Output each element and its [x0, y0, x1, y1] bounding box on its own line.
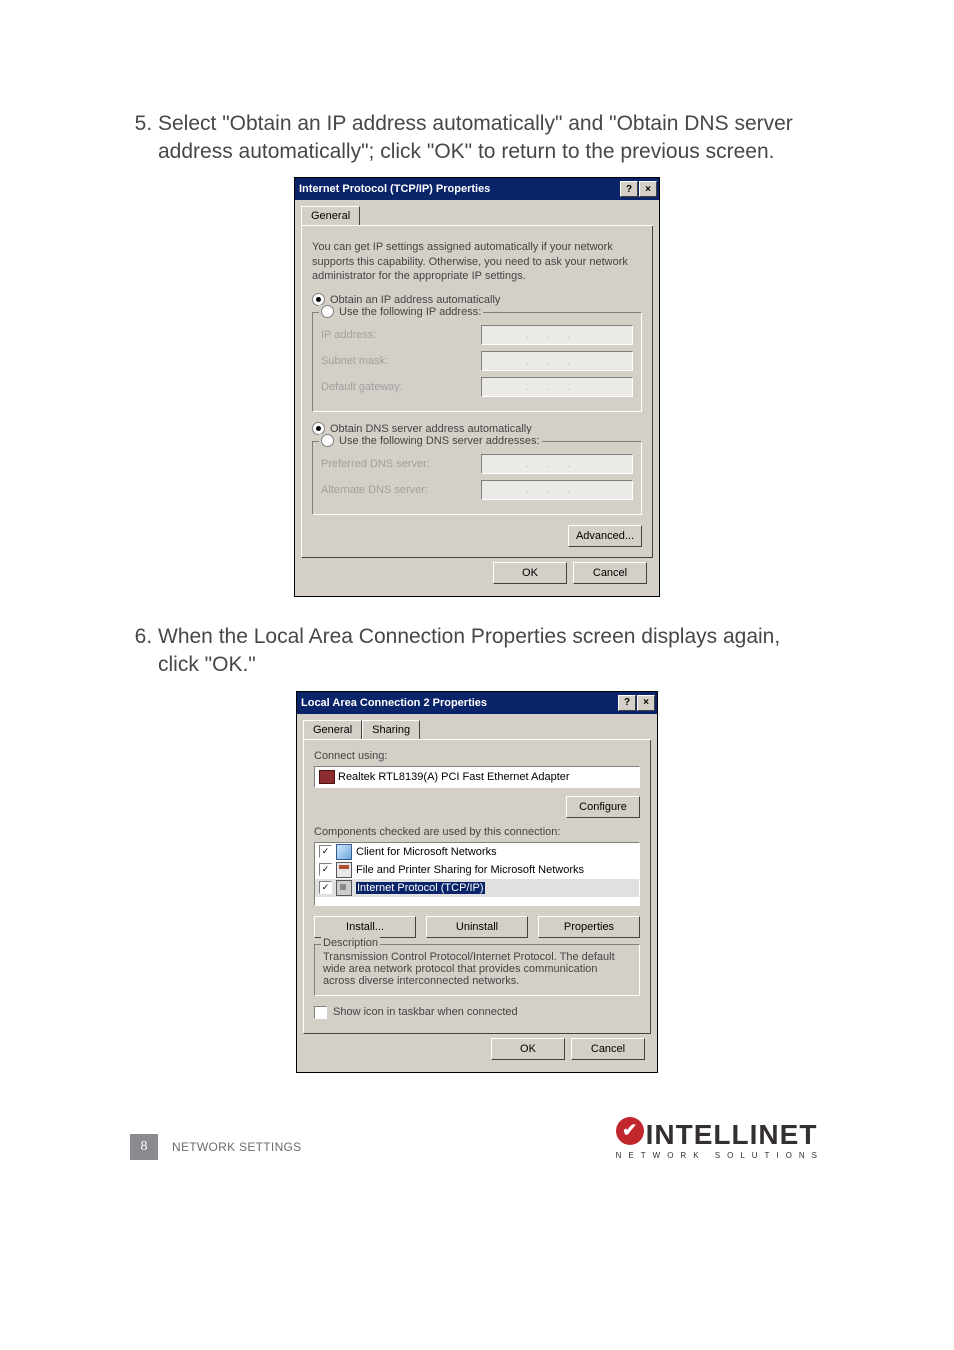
client-icon: [336, 844, 352, 860]
titlebar: Local Area Connection 2 Properties ? ×: [297, 692, 657, 714]
tab-general[interactable]: General: [301, 206, 360, 225]
protocol-icon: [336, 880, 352, 896]
document-page: Select "Obtain an IP address automatical…: [0, 0, 954, 1220]
instruction-list: When the Local Area Connection Propertie…: [130, 623, 824, 678]
page-footer: 8 NETWORK SETTINGS ✔ INTELLINET NETWORK …: [130, 1119, 824, 1160]
ok-button[interactable]: OK: [493, 562, 567, 584]
instruction-list: Select "Obtain an IP address automatical…: [130, 110, 824, 165]
page-number: 8: [130, 1134, 158, 1160]
brand-logo: ✔ INTELLINET NETWORK SOLUTIONS: [616, 1119, 824, 1160]
brand-name: INTELLINET: [646, 1119, 818, 1151]
radio-use-ip[interactable]: [321, 305, 334, 318]
group-description: Description Transmission Control Protoco…: [314, 944, 640, 996]
list-item[interactable]: ✓ File and Printer Sharing for Microsoft…: [315, 861, 639, 879]
checkbox-icon[interactable]: ✓: [319, 881, 332, 894]
description-legend: Description: [321, 937, 380, 949]
radio-use-dns[interactable]: [321, 434, 334, 447]
dialog-title: Local Area Connection 2 Properties: [301, 697, 487, 709]
lan-properties-dialog: Local Area Connection 2 Properties ? × G…: [296, 691, 658, 1073]
instruction-step-5: Select "Obtain an IP address automatical…: [158, 110, 824, 165]
tab-sharing[interactable]: Sharing: [362, 720, 420, 739]
adapter-field: Realtek RTL8139(A) PCI Fast Ethernet Ada…: [314, 766, 640, 788]
tab-general[interactable]: General: [303, 720, 362, 739]
tcpip-properties-dialog: Internet Protocol (TCP/IP) Properties ? …: [294, 177, 660, 597]
subnet-mask-field: ...: [481, 351, 633, 371]
adapter-name: Realtek RTL8139(A) PCI Fast Ethernet Ada…: [338, 771, 570, 783]
radio-label: Use the following IP address:: [339, 306, 481, 318]
tcpip-intro-text: You can get IP settings assigned automat…: [312, 240, 642, 283]
screenshot-lan-properties: Local Area Connection 2 Properties ? × G…: [130, 691, 824, 1073]
default-gateway-field: ...: [481, 377, 633, 397]
ok-button[interactable]: OK: [491, 1038, 565, 1060]
label-connect-using: Connect using:: [314, 750, 640, 762]
help-icon[interactable]: ?: [618, 695, 636, 711]
label-components: Components checked are used by this conn…: [314, 826, 640, 838]
radio-label: Use the following DNS server addresses:: [339, 435, 540, 447]
brand-tagline: NETWORK SOLUTIONS: [616, 1151, 824, 1160]
list-item-label: File and Printer Sharing for Microsoft N…: [356, 864, 584, 876]
preferred-dns-field: ...: [481, 454, 633, 474]
label-preferred-dns: Preferred DNS server:: [321, 458, 481, 470]
configure-button[interactable]: Configure: [566, 796, 640, 818]
radio-label: Obtain DNS server address automatically: [330, 423, 532, 435]
uninstall-button[interactable]: Uninstall: [426, 916, 528, 938]
checkmark-icon: ✔: [616, 1117, 644, 1145]
footer-section: NETWORK SETTINGS: [172, 1140, 301, 1154]
list-item-label: Internet Protocol (TCP/IP): [356, 882, 485, 894]
list-item-label: Client for Microsoft Networks: [356, 846, 497, 858]
checkbox-show-icon[interactable]: Show icon in taskbar when connected: [314, 1006, 640, 1019]
label-ip-address: IP address:: [321, 329, 481, 341]
alternate-dns-field: ...: [481, 480, 633, 500]
step-5-text: Select "Obtain an IP address automatical…: [158, 112, 793, 163]
properties-button[interactable]: Properties: [538, 916, 640, 938]
components-list[interactable]: ✓ Client for Microsoft Networks ✓ File a…: [314, 842, 640, 906]
cancel-button[interactable]: Cancel: [573, 562, 647, 584]
checkbox-icon: [314, 1006, 327, 1019]
advanced-button[interactable]: Advanced...: [568, 525, 642, 547]
description-text: Transmission Control Protocol/Internet P…: [323, 951, 631, 987]
printer-icon: [336, 862, 352, 878]
instruction-step-6: When the Local Area Connection Propertie…: [158, 623, 824, 678]
group-static-dns: Use the following DNS server addresses: …: [312, 441, 642, 515]
checkbox-label: Show icon in taskbar when connected: [333, 1006, 518, 1018]
checkbox-icon[interactable]: ✓: [319, 845, 332, 858]
group-static-ip: Use the following IP address: IP address…: [312, 312, 642, 412]
titlebar: Internet Protocol (TCP/IP) Properties ? …: [295, 178, 659, 200]
label-default-gateway: Default gateway:: [321, 381, 481, 393]
help-icon[interactable]: ?: [620, 181, 638, 197]
checkbox-icon[interactable]: ✓: [319, 863, 332, 876]
cancel-button[interactable]: Cancel: [571, 1038, 645, 1060]
close-icon[interactable]: ×: [639, 181, 657, 197]
close-icon[interactable]: ×: [637, 695, 655, 711]
ip-address-field: ...: [481, 325, 633, 345]
adapter-icon: [319, 770, 335, 784]
label-subnet-mask: Subnet mask:: [321, 355, 481, 367]
dialog-title: Internet Protocol (TCP/IP) Properties: [299, 183, 490, 195]
install-button[interactable]: Install...: [314, 916, 416, 938]
screenshot-tcpip: Internet Protocol (TCP/IP) Properties ? …: [130, 177, 824, 597]
list-item[interactable]: ✓ Client for Microsoft Networks: [315, 843, 639, 861]
step-6-text: When the Local Area Connection Propertie…: [158, 625, 780, 676]
radio-label: Obtain an IP address automatically: [330, 294, 500, 306]
label-alternate-dns: Alternate DNS server:: [321, 484, 481, 496]
list-item-selected[interactable]: ✓ Internet Protocol (TCP/IP): [315, 879, 639, 897]
